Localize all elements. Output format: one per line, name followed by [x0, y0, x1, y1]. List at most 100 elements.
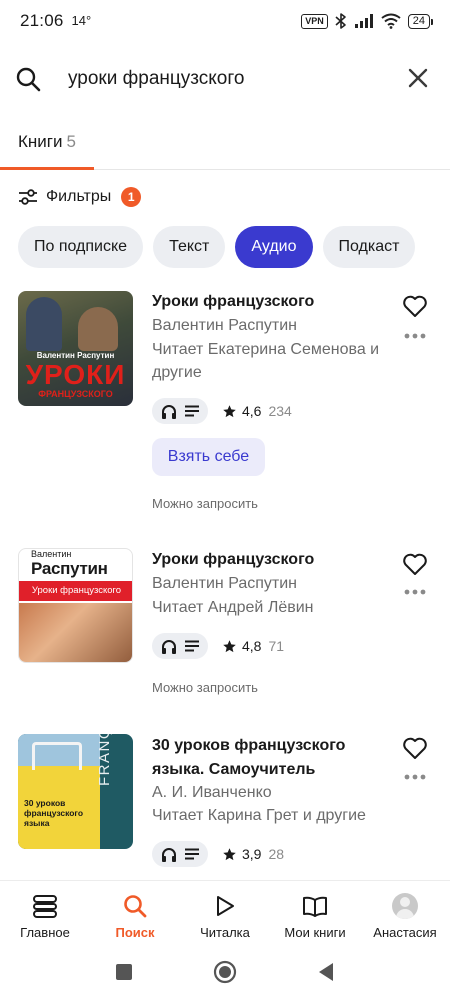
search-bar: [0, 50, 450, 106]
chip-text[interactable]: Текст: [153, 226, 226, 268]
rating-value: 4,8: [242, 638, 262, 654]
book-meta: 3,9 28: [152, 841, 284, 867]
filters-label: Фильтры: [46, 188, 112, 205]
take-book-button[interactable]: Взять себе: [152, 438, 265, 476]
rating-count: 28: [268, 846, 285, 862]
book-title[interactable]: Уроки французского: [152, 548, 392, 572]
format-pill: [152, 398, 208, 424]
book-narrator: Читает Екатерина Семенова и другие: [152, 341, 380, 381]
book-author[interactable]: Валентин Распутин: [152, 314, 392, 338]
heart-icon[interactable]: [402, 552, 428, 576]
more-icon[interactable]: [404, 774, 426, 780]
text-lines-icon: [185, 405, 199, 417]
search-icon: [124, 895, 147, 918]
headphones-icon: [162, 404, 176, 419]
filters-button[interactable]: Фильтры 1: [18, 184, 142, 210]
book-narrator: Читает Карина Грет и другие: [152, 807, 366, 824]
book-narrator: Читает Андрей Лёвин: [152, 599, 314, 616]
text-lines-icon: [185, 640, 199, 652]
battery-icon: 24: [407, 13, 434, 29]
rating-value: 3,9: [242, 846, 262, 862]
cover-painting: [19, 603, 132, 662]
search-input[interactable]: [68, 64, 388, 94]
book-rating: 4,8 71: [222, 638, 284, 654]
list-item[interactable]: Валентин Распутин Уроки французского Уро…: [0, 548, 450, 708]
status-time: 21:06: [20, 11, 64, 30]
nav-label: Анастасия: [373, 925, 437, 940]
book-open-icon: [303, 896, 327, 917]
more-icon[interactable]: [404, 589, 426, 595]
book-author[interactable]: А. И. Иванченко: [152, 781, 392, 805]
chip-subscription[interactable]: По подписке: [18, 226, 144, 268]
search-icon[interactable]: [14, 65, 42, 93]
signal-icon: [354, 14, 373, 28]
tab-count: 5: [66, 132, 76, 151]
format-pill: [152, 841, 208, 867]
home-stack-icon: [33, 895, 57, 918]
nav-item-reader[interactable]: Читалка: [180, 881, 270, 942]
heart-icon[interactable]: [402, 736, 428, 760]
tabs: Книги 5: [0, 120, 450, 170]
book-meta: 4,6 234: [152, 398, 292, 424]
system-navigation: [0, 944, 450, 1000]
nav-label: Главное: [20, 925, 70, 940]
filters-count-badge: 1: [121, 187, 142, 207]
cover-arch: [32, 742, 82, 770]
book-author[interactable]: Валентин Распутин: [152, 572, 392, 596]
nav-label: Поиск: [115, 925, 155, 940]
nav-item-profile[interactable]: Анастасия: [360, 881, 450, 942]
recents-icon[interactable]: [115, 963, 133, 981]
nav-item-home[interactable]: Главное: [0, 881, 90, 942]
nav-item-search[interactable]: Поиск: [90, 881, 180, 942]
cover-title: 30 уроков французского языка: [24, 798, 84, 828]
status-bar: 21:06 14° VPN 24: [0, 0, 450, 42]
cover-side-text: FRANÇAIS: [96, 734, 113, 786]
book-cover[interactable]: 30 уроков французского языка FRANÇAIS: [18, 734, 133, 849]
cover-author-first: Валентин: [31, 549, 72, 559]
star-icon: [223, 639, 236, 652]
chip-podcast[interactable]: Подкаст: [322, 226, 416, 268]
book-title[interactable]: Уроки французского: [152, 290, 392, 314]
nav-item-my-books[interactable]: Мои книги: [270, 881, 360, 942]
book-rating: 3,9 28: [222, 846, 284, 862]
book-meta: 4,8 71: [152, 633, 284, 659]
vpn-icon: VPN: [301, 13, 328, 29]
heart-icon[interactable]: [402, 294, 428, 318]
format-chips: По подписке Текст Аудио Подкаст: [18, 226, 416, 268]
tab-books[interactable]: Книги 5: [18, 132, 76, 152]
cover-title-small: ФРАНЦУЗСКОГО: [38, 389, 113, 399]
tab-label: Книги: [18, 132, 63, 151]
wifi-icon: [381, 13, 401, 29]
rating-value: 4,6: [242, 403, 262, 419]
home-icon[interactable]: [213, 960, 237, 984]
back-icon[interactable]: [317, 962, 335, 982]
nav-label: Читалка: [200, 925, 250, 940]
book-cover[interactable]: Валентин Распутин УРОКИ ФРАНЦУЗСКОГО: [18, 291, 133, 406]
close-icon[interactable]: [406, 66, 430, 90]
status-icons: VPN 24: [301, 12, 434, 30]
headphones-icon: [162, 847, 176, 862]
book-cover[interactable]: Валентин Распутин Уроки французского: [18, 548, 133, 663]
request-note: Можно запросить: [152, 496, 258, 511]
cover-figure: [26, 297, 62, 351]
avatar: [392, 893, 418, 919]
cover-figure: [78, 307, 118, 351]
nav-label: Мои книги: [284, 925, 346, 940]
rating-count: 234: [268, 403, 292, 419]
cover-author-last: Распутин: [31, 559, 108, 578]
list-item[interactable]: 30 уроков французского языка FRANÇAIS 30…: [0, 734, 450, 874]
cover-title: Уроки французского: [19, 581, 132, 601]
bottom-navigation: Главное Поиск Читалка Мои книги Анастаси…: [0, 880, 450, 942]
list-item[interactable]: Валентин Распутин УРОКИ ФРАНЦУЗСКОГО Уро…: [0, 290, 450, 520]
star-icon: [223, 404, 236, 417]
sliders-icon: [19, 189, 37, 205]
bluetooth-icon: [335, 13, 346, 29]
format-pill: [152, 633, 208, 659]
cover-title-big: УРОКИ: [25, 359, 126, 390]
book-title[interactable]: 30 уроков французского языка. Самоучител…: [152, 734, 392, 782]
play-icon: [217, 896, 234, 916]
request-note: Можно запросить: [152, 680, 258, 695]
more-icon[interactable]: [404, 333, 426, 339]
chip-audio[interactable]: Аудио: [235, 226, 313, 268]
star-icon: [223, 847, 236, 860]
